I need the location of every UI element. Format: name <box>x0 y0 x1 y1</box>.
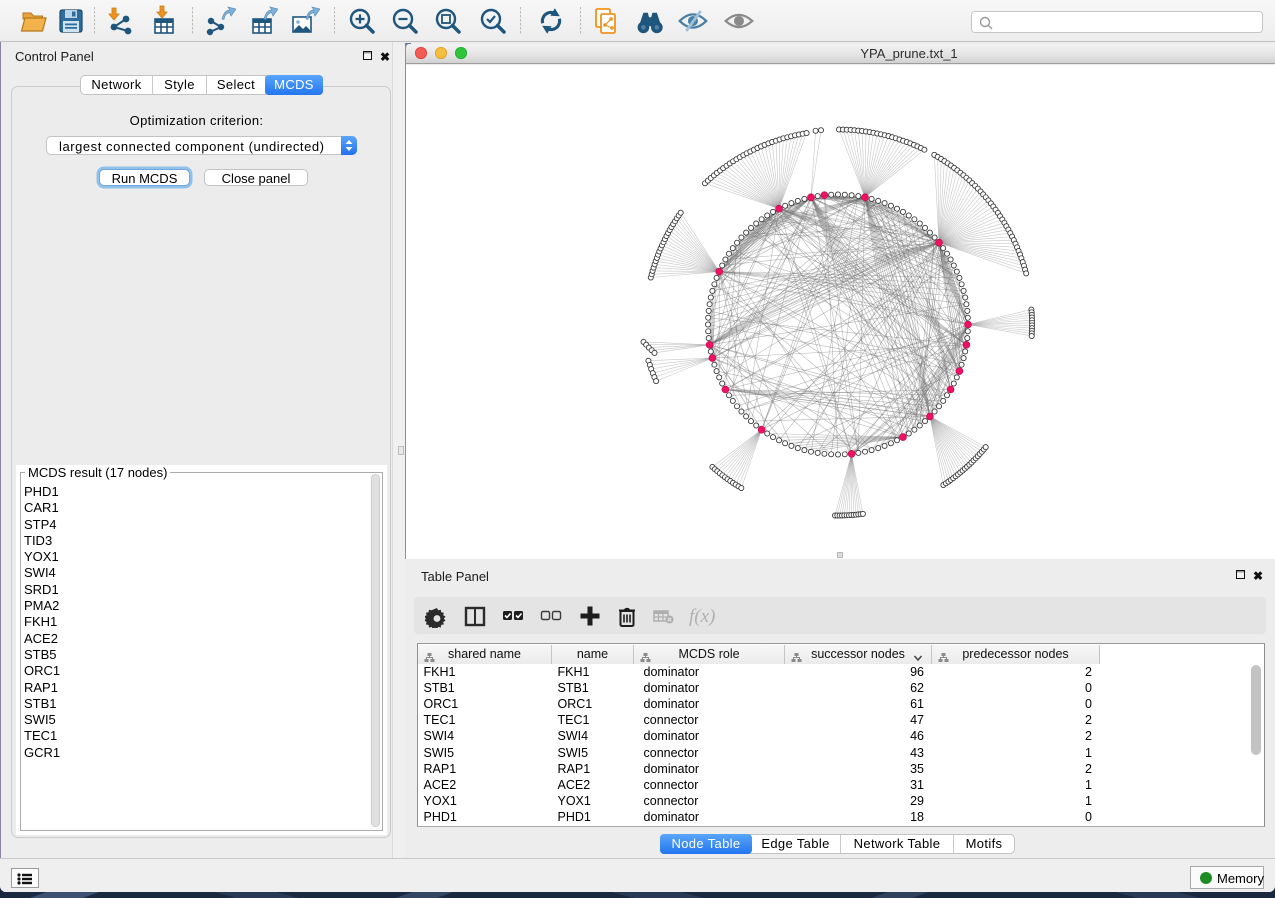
svg-text:f(x): f(x) <box>689 606 715 627</box>
